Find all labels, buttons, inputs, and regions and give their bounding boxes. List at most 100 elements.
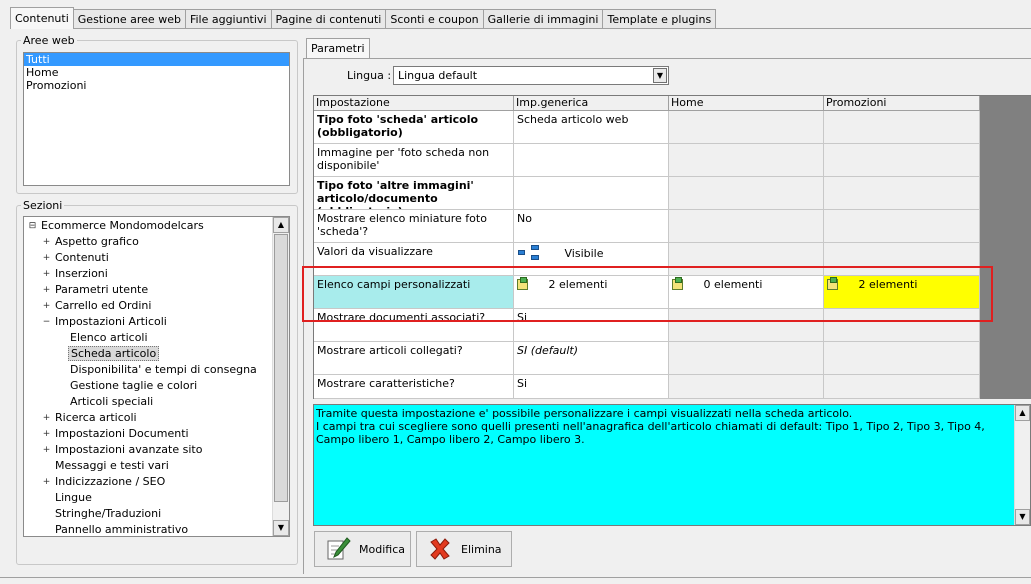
tab-gallerie-immagini[interactable]: Gallerie di immagini bbox=[482, 9, 604, 29]
grid-header-promozioni[interactable]: Promozioni bbox=[824, 96, 980, 111]
tree-node-pannello-amministrativo[interactable]: Pannello amministrativo bbox=[53, 522, 190, 536]
grid-cell-promo[interactable] bbox=[824, 177, 980, 210]
scroll-up-arrow-icon[interactable]: ▲ bbox=[1015, 405, 1030, 421]
area-item-home[interactable]: Home bbox=[24, 66, 289, 79]
grid-cell-home[interactable] bbox=[669, 375, 824, 399]
tree-node-lingue[interactable]: Lingue bbox=[53, 490, 94, 506]
grid-header-home[interactable]: Home bbox=[669, 96, 824, 111]
tree-node-inserzioni[interactable]: + Inserzioni bbox=[42, 266, 110, 282]
tree-node-messaggi-testi[interactable]: Messaggi e testi vari bbox=[53, 458, 171, 474]
grid-cell-promo[interactable] bbox=[824, 144, 980, 177]
grid-cell-generic[interactable]: Scheda articolo web bbox=[514, 111, 669, 144]
grid-cell-name[interactable]: Mostrare documenti associati? bbox=[314, 309, 514, 342]
expand-icon[interactable]: + bbox=[42, 238, 51, 247]
grid-cell-promo[interactable] bbox=[824, 375, 980, 399]
grid-cell-generic[interactable]: Si bbox=[514, 309, 669, 342]
area-item-promozioni[interactable]: Promozioni bbox=[24, 79, 289, 92]
elimina-button[interactable]: Elimina bbox=[416, 531, 512, 567]
chevron-down-icon[interactable]: ▼ bbox=[653, 68, 667, 83]
parameters-grid[interactable]: Impostazione Imp.generica Home Promozion… bbox=[313, 95, 1031, 399]
grid-cell-promo[interactable]: 2 elementi bbox=[824, 276, 980, 309]
grid-cell-home-text: 0 elementi bbox=[703, 278, 763, 291]
expand-icon[interactable]: + bbox=[42, 254, 51, 263]
tab-file-aggiuntivi[interactable]: File aggiuntivi bbox=[184, 9, 272, 29]
grid-cell-name[interactable]: Mostrare articoli collegati? bbox=[314, 342, 514, 375]
grid-cell-generic[interactable]: SI (default) bbox=[514, 342, 669, 375]
grid-cell-home[interactable] bbox=[669, 177, 824, 210]
tab-parametri[interactable]: Parametri bbox=[306, 38, 370, 59]
tree-node-carrello-ordini[interactable]: + Carrello ed Ordini bbox=[42, 298, 153, 314]
grid-cell-home[interactable] bbox=[669, 309, 824, 342]
grid-cell-generic[interactable] bbox=[514, 144, 669, 177]
tree-node-parametri-utente[interactable]: + Parametri utente bbox=[42, 282, 150, 298]
scroll-thumb[interactable] bbox=[274, 234, 288, 502]
area-item-tutti[interactable]: Tutti bbox=[24, 53, 289, 66]
grid-cell-name[interactable]: Mostrare elenco miniature foto 'scheda'? bbox=[314, 210, 514, 243]
grid-cell-home[interactable] bbox=[669, 210, 824, 243]
memo-scrollbar[interactable]: ▲ ▼ bbox=[1014, 405, 1030, 525]
tree-node-root[interactable]: ⊟ Ecommerce Mondomodelcars bbox=[26, 218, 206, 234]
expand-icon[interactable]: + bbox=[42, 430, 51, 439]
grid-cell-home[interactable] bbox=[669, 111, 824, 144]
grid-cell-promo[interactable] bbox=[824, 342, 980, 375]
expand-icon[interactable]: + bbox=[42, 286, 51, 295]
grid-cell-promo[interactable] bbox=[824, 111, 980, 144]
tree-node-elenco-articoli[interactable]: Elenco articoli bbox=[68, 330, 150, 346]
tree-node-disponibilita[interactable]: Disponibilita' e tempi di consegna bbox=[68, 362, 259, 378]
scroll-up-arrow-icon[interactable]: ▲ bbox=[273, 217, 289, 233]
grid-cell-promo[interactable] bbox=[824, 210, 980, 243]
tab-pagine-contenuti[interactable]: Pagine di contenuti bbox=[270, 9, 387, 29]
grid-cell-home[interactable] bbox=[669, 342, 824, 375]
modifica-button[interactable]: Modifica bbox=[314, 531, 411, 567]
tree-node-impostazioni-avanzate[interactable]: + Impostazioni avanzate sito bbox=[42, 442, 204, 458]
grid-cell-generic[interactable]: Si bbox=[514, 375, 669, 399]
tree-node-indicizzazione-seo[interactable]: + Indicizzazione / SEO bbox=[42, 474, 167, 490]
tree-node-stringhe-traduzioni[interactable]: Stringhe/Traduzioni bbox=[53, 506, 163, 522]
grid-cell-home[interactable] bbox=[669, 243, 824, 276]
sezioni-tree[interactable]: ⊟ Ecommerce Mondomodelcars + Aspetto gra… bbox=[23, 216, 290, 537]
tree-node-impostazioni-documenti[interactable]: + Impostazioni Documenti bbox=[42, 426, 191, 442]
grid-cell-promo[interactable] bbox=[824, 309, 980, 342]
modifica-label: Modifica bbox=[359, 542, 405, 556]
expand-icon[interactable]: + bbox=[42, 270, 51, 279]
expand-icon[interactable]: + bbox=[42, 302, 51, 311]
tree-node-impostazioni-articoli[interactable]: − Impostazioni Articoli bbox=[42, 314, 169, 330]
collapse-icon[interactable]: ⊟ bbox=[28, 222, 37, 231]
tree-node-aspetto-grafico[interactable]: + Aspetto grafico bbox=[42, 234, 141, 250]
expand-icon[interactable]: + bbox=[42, 414, 51, 423]
tree-node-taglie-colori[interactable]: Gestione taglie e colori bbox=[68, 378, 199, 394]
tab-gestione-aree-web[interactable]: Gestione aree web bbox=[72, 9, 186, 29]
grid-cell-name[interactable]: Tipo foto 'scheda' articolo (obbligatori… bbox=[314, 111, 514, 144]
tree-scrollbar[interactable]: ▲ ▼ bbox=[272, 217, 289, 536]
description-memo[interactable]: Tramite questa impostazione e' possibile… bbox=[313, 404, 1031, 526]
grid-header-imp-generica[interactable]: Imp.generica bbox=[514, 96, 669, 111]
grid-cell-home[interactable]: 0 elementi bbox=[669, 276, 824, 309]
scroll-down-arrow-icon[interactable]: ▼ bbox=[273, 520, 289, 536]
grid-cell-name[interactable]: Elenco campi personalizzati bbox=[314, 276, 514, 309]
grid-cell-name[interactable]: Tipo foto 'altre immagini' articolo/docu… bbox=[314, 177, 514, 210]
tree-node-label: Impostazioni Articoli bbox=[55, 315, 167, 328]
scroll-down-arrow-icon[interactable]: ▼ bbox=[1015, 509, 1030, 525]
tree-node-contenuti[interactable]: + Contenuti bbox=[42, 250, 111, 266]
grid-cell-home[interactable] bbox=[669, 144, 824, 177]
aree-web-listbox[interactable]: Tutti Home Promozioni bbox=[23, 52, 290, 186]
collapse-icon[interactable]: − bbox=[42, 318, 51, 327]
tree-node-ricerca-articoli[interactable]: + Ricerca articoli bbox=[42, 410, 139, 426]
grid-header-impostazione[interactable]: Impostazione bbox=[314, 96, 514, 111]
tab-contenuti[interactable]: Contenuti bbox=[10, 7, 74, 29]
tree-node-scheda-articolo[interactable]: Scheda articolo bbox=[68, 346, 160, 362]
grid-cell-generic[interactable] bbox=[514, 177, 669, 210]
grid-cell-generic[interactable]: 2 elementi bbox=[514, 276, 669, 309]
tab-template-plugins[interactable]: Template e plugins bbox=[602, 9, 717, 29]
grid-cell-promo[interactable] bbox=[824, 243, 980, 276]
tree-node-articoli-speciali[interactable]: Articoli speciali bbox=[68, 394, 155, 410]
grid-cell-name[interactable]: Immagine per 'foto scheda non disponibil… bbox=[314, 144, 514, 177]
grid-cell-name[interactable]: Mostrare caratteristiche? bbox=[314, 375, 514, 399]
grid-cell-name[interactable]: Valori da visualizzare bbox=[314, 243, 514, 276]
tab-sconti-coupon[interactable]: Sconti e coupon bbox=[385, 9, 484, 29]
lingua-select[interactable]: Lingua default ▼ bbox=[393, 66, 669, 85]
expand-icon[interactable]: + bbox=[42, 446, 51, 455]
grid-cell-generic[interactable]: Visibile bbox=[514, 243, 669, 276]
expand-icon[interactable]: + bbox=[42, 478, 51, 487]
grid-cell-generic[interactable]: No bbox=[514, 210, 669, 243]
